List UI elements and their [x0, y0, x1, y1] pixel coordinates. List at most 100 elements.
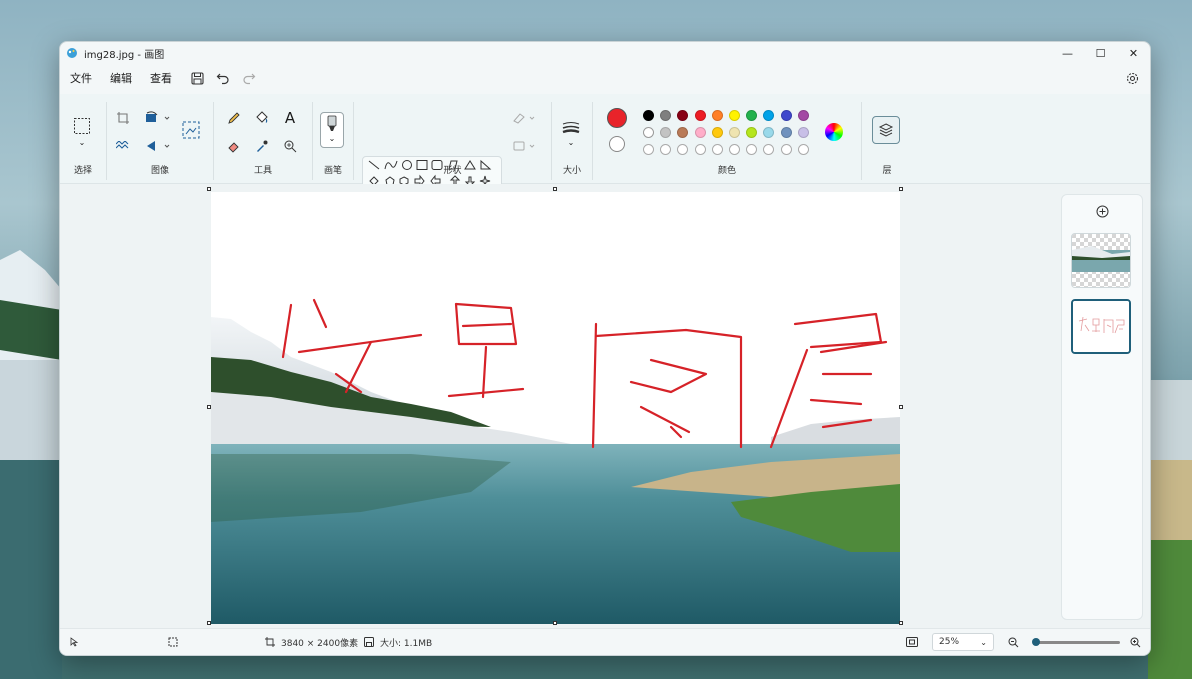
color-swatch[interactable]: [660, 127, 672, 138]
color-swatch[interactable]: [797, 127, 809, 138]
layer-thumbnail-background[interactable]: [1071, 233, 1131, 288]
custom-color-slot[interactable]: [660, 144, 672, 155]
custom-color-slot[interactable]: [643, 144, 654, 155]
brush-icon: [327, 115, 337, 131]
menu-file[interactable]: 文件: [64, 70, 98, 86]
custom-color-slot[interactable]: [677, 144, 689, 155]
dimensions-text: 3840 × 2400像素: [281, 638, 359, 649]
maximize-button[interactable]: ☐: [1084, 42, 1117, 64]
resize-button[interactable]: [143, 108, 173, 128]
group-label-brushes: 画笔: [323, 166, 342, 176]
custom-color-slot[interactable]: [763, 144, 775, 155]
drawing-canvas[interactable]: [211, 192, 900, 624]
group-brushes: ⌄ 画笔: [313, 98, 353, 182]
color-swatch[interactable]: [763, 110, 775, 121]
color-swatch[interactable]: [694, 127, 706, 138]
layers-button[interactable]: [872, 116, 900, 144]
brush-button[interactable]: ⌄: [320, 112, 344, 148]
color-swatch[interactable]: [729, 127, 740, 138]
text-tool-button[interactable]: A: [280, 108, 300, 128]
magnifier-button[interactable]: [280, 136, 300, 156]
edit-colors-button[interactable]: [825, 123, 843, 141]
color-swatch[interactable]: [763, 127, 775, 138]
group-shapes: 形状: [354, 98, 551, 182]
undo-button[interactable]: [210, 66, 236, 90]
zoom-level-text: 25%: [939, 637, 960, 647]
pencil-icon: [228, 112, 240, 124]
fill-button[interactable]: [252, 108, 272, 128]
canvas-dimensions: 3840 × 2400像素: [265, 629, 358, 655]
select-button[interactable]: [72, 116, 92, 136]
color-picker-button[interactable]: [252, 136, 272, 156]
crop-icon: [117, 112, 129, 124]
layer-thumbnail-drawing[interactable]: [1071, 299, 1131, 354]
custom-color-slot[interactable]: [797, 144, 809, 155]
color-swatch[interactable]: [643, 110, 654, 121]
color-swatch[interactable]: [677, 110, 689, 121]
paint-bucket-icon: [256, 111, 268, 123]
resize-handle-bottom[interactable]: [553, 621, 557, 625]
secondary-color-swatch[interactable]: [609, 136, 625, 152]
resize-handle-bottom-right[interactable]: [899, 621, 903, 625]
settings-button[interactable]: [1122, 68, 1142, 88]
fit-to-window-button[interactable]: [906, 629, 918, 655]
color-swatch[interactable]: [780, 127, 792, 138]
pencil-button[interactable]: [224, 108, 244, 128]
resize-handle-right[interactable]: [899, 405, 903, 409]
color-swatch[interactable]: [660, 110, 672, 121]
close-button[interactable]: ✕: [1117, 42, 1150, 64]
zoom-in-button[interactable]: [1130, 629, 1141, 655]
color-swatch[interactable]: [746, 110, 758, 121]
group-label-tools: 工具: [253, 166, 272, 176]
title-bar: img28.jpg - 画图 — ☐ ✕: [60, 42, 1150, 64]
canvas-workarea: [60, 184, 1150, 629]
zoom-level-select[interactable]: 25% ⌄: [932, 633, 994, 651]
rectangle-select-icon: [74, 118, 90, 134]
file-size-text: 大小: 1.1MB: [380, 638, 433, 649]
resize-handle-top[interactable]: [553, 187, 557, 191]
resize-handle-top-left[interactable]: [207, 187, 211, 191]
flip-button[interactable]: [143, 136, 173, 156]
redo-button[interactable]: [236, 66, 262, 90]
size-button[interactable]: [561, 118, 581, 138]
zoom-slider-knob[interactable]: [1032, 637, 1040, 646]
layers-panel: [1061, 194, 1143, 620]
color-swatch[interactable]: [711, 110, 723, 121]
group-label-size: 大小: [562, 166, 581, 176]
resize-handle-bottom-left[interactable]: [207, 621, 211, 625]
save-button[interactable]: [184, 66, 210, 90]
menu-edit[interactable]: 编辑: [104, 70, 138, 86]
menu-view[interactable]: 查看: [144, 70, 178, 86]
custom-color-slot[interactable]: [746, 144, 758, 155]
chevron-down-icon[interactable]: ⌄: [72, 136, 92, 148]
zoom-out-button[interactable]: [1008, 629, 1019, 655]
minimize-button[interactable]: —: [1051, 42, 1084, 64]
group-image: 图像: [107, 98, 213, 182]
pointer-icon: [70, 637, 79, 647]
eyedropper-icon: [257, 140, 268, 152]
crop-button[interactable]: [113, 108, 133, 128]
chevron-down-icon[interactable]: ⌄: [561, 136, 581, 148]
custom-color-slot[interactable]: [729, 144, 740, 155]
pixel-button[interactable]: [113, 136, 133, 156]
color-swatch[interactable]: [780, 110, 792, 121]
color-swatch[interactable]: [797, 110, 809, 121]
zoom-slider[interactable]: [1032, 637, 1120, 646]
add-layer-button[interactable]: [1094, 203, 1110, 219]
color-swatch[interactable]: [746, 127, 758, 138]
custom-color-slot[interactable]: [711, 144, 723, 155]
color-swatch[interactable]: [711, 127, 723, 138]
group-label-shapes: 形状: [443, 166, 462, 176]
color-swatch[interactable]: [677, 127, 689, 138]
color-swatch[interactable]: [729, 110, 740, 121]
eraser-button[interactable]: [224, 136, 244, 156]
primary-color-swatch[interactable]: [607, 108, 627, 128]
custom-color-slot[interactable]: [780, 144, 792, 155]
color-swatch[interactable]: [643, 127, 654, 138]
custom-color-slot[interactable]: [694, 144, 706, 155]
color-swatch[interactable]: [694, 110, 706, 121]
image-insert-button[interactable]: [181, 120, 201, 140]
ribbon-toolbar: ⌄ 选择 图像 A 工具 ⌄ 画笔 形状 ⌄ 大小 颜色 层: [60, 94, 1150, 210]
resize-handle-top-right[interactable]: [899, 187, 903, 191]
resize-handle-left[interactable]: [207, 405, 211, 409]
